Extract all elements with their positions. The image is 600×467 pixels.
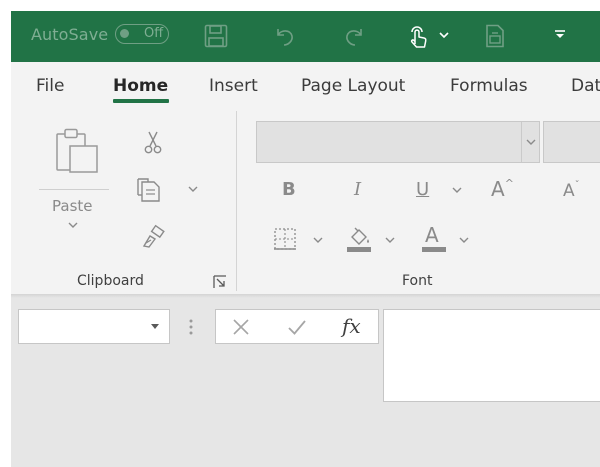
name-box-dropdown-icon[interactable]: [151, 324, 159, 330]
undo-icon[interactable]: [273, 24, 297, 48]
font-color-glyph: A: [425, 223, 439, 247]
redo-icon[interactable]: [342, 24, 366, 48]
save-icon[interactable]: [204, 24, 228, 48]
ribbon: Paste Clipboard B I U A^ Aˇ A Font: [11, 111, 600, 294]
underline-dropdown-icon[interactable]: [452, 187, 462, 194]
increase-font-size-button[interactable]: A^: [491, 177, 514, 201]
copy-dropdown-icon[interactable]: [188, 186, 198, 193]
font-group-label: Font: [402, 273, 433, 289]
caret-up-glyph: ^: [504, 177, 514, 190]
autosave-toggle[interactable]: Off: [115, 24, 169, 44]
font-color-button[interactable]: A: [422, 223, 448, 253]
active-tab-indicator: [113, 99, 169, 103]
underline-button[interactable]: U: [416, 179, 429, 200]
paste-label[interactable]: Paste: [52, 197, 93, 215]
font-size-box[interactable]: [543, 121, 600, 163]
check-icon[interactable]: [287, 318, 307, 336]
name-box[interactable]: [18, 309, 170, 344]
decrease-font-size-button[interactable]: Aˇ: [563, 180, 580, 201]
customize-qat-icon[interactable]: [554, 29, 566, 41]
tab-file[interactable]: File: [36, 76, 64, 96]
tab-data[interactable]: Dat: [571, 76, 600, 96]
chevron-down-icon[interactable]: [439, 31, 449, 39]
ribbon-shadow: [11, 294, 600, 298]
clipboard-group-label: Clipboard: [77, 273, 144, 289]
paste-divider: [39, 189, 109, 190]
autosave-label: AutoSave: [31, 25, 109, 44]
copy-icon[interactable]: [137, 178, 163, 202]
autosave-state: Off: [144, 26, 164, 41]
toggle-knob: [120, 29, 129, 38]
font-name-box[interactable]: [256, 121, 540, 163]
dialog-launcher-icon[interactable]: [213, 275, 227, 289]
font-color-swatch: [422, 247, 446, 252]
formula-buttons: fx: [215, 309, 379, 344]
borders-dropdown-icon[interactable]: [313, 237, 323, 244]
paste-dropdown-icon[interactable]: [68, 222, 78, 229]
font-color-dropdown-icon[interactable]: [459, 237, 469, 244]
fill-color-dropdown-icon[interactable]: [385, 237, 395, 244]
tab-page-layout[interactable]: Page Layout: [301, 76, 405, 96]
italic-button[interactable]: I: [354, 179, 361, 200]
touch-mode-icon[interactable]: [406, 23, 430, 49]
group-separator: [236, 111, 237, 291]
tab-home[interactable]: Home: [113, 76, 168, 96]
cut-icon[interactable]: [144, 131, 162, 155]
borders-icon[interactable]: [274, 228, 296, 250]
close-icon[interactable]: [232, 318, 250, 336]
formula-bar-splitter[interactable]: [188, 318, 194, 336]
title-bar: AutoSave Off: [11, 11, 600, 62]
insert-function-button[interactable]: fx: [342, 314, 361, 338]
format-painter-icon[interactable]: [141, 224, 165, 248]
formula-input[interactable]: [383, 309, 600, 402]
ribbon-tabs: File Home Insert Page Layout Formulas Da…: [11, 62, 600, 111]
bold-button[interactable]: B: [282, 179, 296, 200]
font-name-divider: [521, 122, 522, 162]
caret-down-glyph: ˇ: [574, 180, 580, 191]
print-preview-icon[interactable]: [484, 24, 506, 48]
paste-icon[interactable]: [53, 128, 101, 174]
tab-insert[interactable]: Insert: [209, 76, 258, 96]
grow-font-glyph: A: [491, 177, 505, 201]
fill-color-icon[interactable]: [346, 225, 372, 253]
shrink-font-glyph: A: [563, 181, 575, 201]
font-name-dropdown-icon[interactable]: [526, 139, 536, 146]
tab-formulas[interactable]: Formulas: [450, 76, 528, 96]
